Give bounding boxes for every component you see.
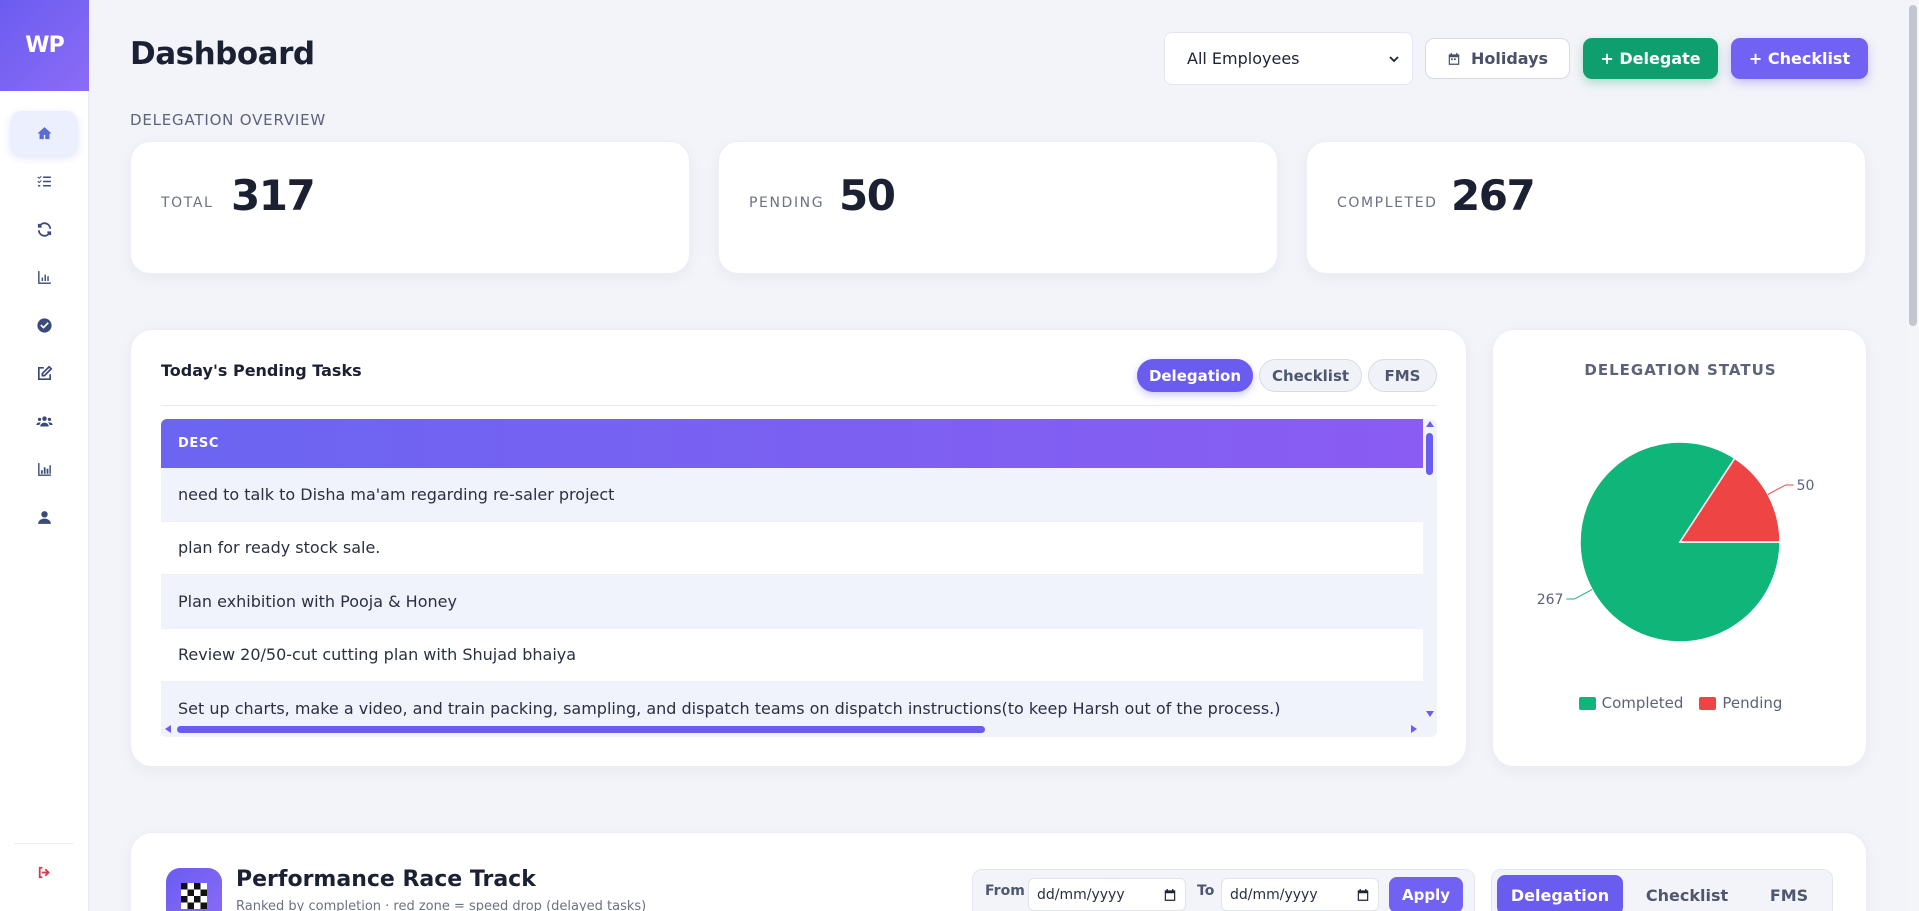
pie-data-label-completed-leader	[1566, 589, 1593, 600]
race-track-subtitle: Ranked by completion · red zone = speed …	[236, 899, 647, 911]
delegate-label: + Delegate	[1600, 49, 1701, 68]
list-check-icon	[36, 175, 51, 186]
apply-button[interactable]: Apply	[1389, 877, 1463, 911]
page-scroll-thumb[interactable]	[1909, 5, 1917, 326]
sidebar-item-tasks[interactable]	[10, 159, 78, 203]
race-tab-checklist[interactable]: Checklist	[1632, 875, 1742, 911]
race-track-panel: Performance Race Track Ranked by complet…	[130, 832, 1867, 911]
employee-select[interactable]: All Employees	[1164, 32, 1413, 85]
sidebar: WP	[0, 0, 89, 911]
check-circle-icon	[36, 317, 52, 333]
users-icon	[35, 415, 53, 426]
delegate-button[interactable]: + Delegate	[1583, 38, 1718, 79]
home-icon	[36, 126, 52, 139]
pending-tasks-panel: Today's Pending Tasks Delegation Checkli…	[130, 329, 1467, 767]
pie-data-label-pending: 50	[1797, 478, 1815, 494]
pending-tasks-title: Today's Pending Tasks	[161, 361, 362, 380]
to-date-placeholder: dd/mm/yyyy	[1230, 886, 1318, 903]
date-range-filter: From dd/mm/yyyy To dd/mm/yyyy Apply	[972, 869, 1475, 911]
stats-icon	[37, 462, 51, 476]
pending-tasks-table[interactable]: DESC need to talk to Disha ma'am regardi…	[161, 419, 1437, 737]
sidebar-nav	[0, 111, 89, 543]
tab-fms[interactable]: FMS	[1368, 359, 1437, 392]
sign-out-icon	[38, 866, 50, 878]
user-icon	[37, 510, 51, 524]
table-row[interactable]: Review 20/50-cut cutting plan with Shuja…	[161, 628, 1423, 682]
sidebar-divider	[14, 843, 74, 844]
legend-label-completed: Completed	[1601, 694, 1684, 712]
chart-legend: Completed Pending	[1493, 694, 1868, 712]
table-row[interactable]: plan for ready stock sale.	[161, 521, 1423, 575]
sidebar-item-reports[interactable]	[10, 255, 78, 299]
to-date-input[interactable]: dd/mm/yyyy	[1221, 878, 1379, 911]
scroll-thumb[interactable]	[177, 726, 985, 733]
scroll-left-arrow[interactable]	[165, 725, 171, 733]
stat-card-total: TOTAL 317	[130, 141, 690, 274]
calendar-icon	[1357, 888, 1369, 901]
chart-title: DELEGATION STATUS	[1584, 361, 1777, 379]
stat-card-completed: COMPLETED 267	[1306, 141, 1866, 274]
bar-chart-icon	[37, 270, 51, 284]
add-checklist-button[interactable]: + Checklist	[1731, 38, 1868, 79]
vertical-scrollbar[interactable]	[1423, 419, 1437, 721]
overview-label: DELEGATION OVERVIEW	[130, 111, 327, 129]
column-header-desc[interactable]: DESC	[161, 419, 1423, 468]
legend-item-pending[interactable]: Pending	[1699, 694, 1782, 712]
legend-item-completed[interactable]: Completed	[1578, 694, 1684, 712]
stat-value-pending: 50	[839, 171, 896, 220]
sidebar-item-edit[interactable]	[10, 351, 78, 395]
race-track-title: Performance Race Track	[236, 867, 536, 892]
tab-checklist[interactable]: Checklist	[1259, 359, 1362, 392]
calendar-icon	[1448, 52, 1460, 65]
stat-label-completed: COMPLETED	[1337, 195, 1438, 211]
sidebar-item-analytics[interactable]	[10, 447, 78, 491]
tab-delegation[interactable]: Delegation	[1137, 359, 1253, 392]
stat-value-total: 317	[231, 171, 316, 220]
page-scrollbar[interactable]	[1907, 0, 1919, 911]
divider	[161, 405, 1437, 406]
sidebar-item-team[interactable]	[10, 399, 78, 443]
from-label: From	[985, 883, 1025, 899]
scroll-right-arrow[interactable]	[1411, 725, 1417, 733]
legend-swatch-completed	[1578, 696, 1596, 710]
checklist-label: + Checklist	[1748, 49, 1851, 68]
stat-card-pending: PENDING 50	[718, 141, 1278, 274]
scroll-up-arrow[interactable]	[1426, 421, 1434, 427]
chevron-down-icon	[1389, 55, 1399, 62]
race-track-tabs: Delegation Checklist FMS	[1491, 869, 1833, 911]
legend-label-pending: Pending	[1722, 694, 1783, 712]
stat-label-total: TOTAL	[161, 195, 214, 211]
from-date-placeholder: dd/mm/yyyy	[1037, 886, 1125, 903]
to-label: To	[1197, 883, 1215, 899]
sidebar-item-approvals[interactable]	[10, 303, 78, 347]
stat-value-completed: 267	[1451, 171, 1536, 220]
race-tab-fms[interactable]: FMS	[1750, 875, 1828, 911]
stat-label-pending: PENDING	[749, 195, 825, 211]
scroll-thumb[interactable]	[1426, 433, 1433, 475]
from-date-input[interactable]: dd/mm/yyyy	[1028, 878, 1186, 911]
sidebar-item-recurring[interactable]	[10, 207, 78, 251]
holidays-label: Holidays	[1470, 49, 1549, 68]
scroll-down-arrow[interactable]	[1426, 711, 1434, 717]
pie-chart: 50 267	[1537, 441, 1815, 643]
calendar-icon	[1164, 888, 1176, 901]
delegation-status-panel: DELEGATION STATUS 50 267 Completed Pendin…	[1492, 329, 1867, 767]
refresh-icon	[37, 221, 51, 237]
horizontal-scrollbar[interactable]	[161, 721, 1437, 737]
holidays-button[interactable]: Holidays	[1425, 38, 1570, 79]
table-row[interactable]: Plan exhibition with Pooja & Honey	[161, 575, 1423, 629]
logout-button[interactable]	[10, 850, 78, 894]
sidebar-item-profile[interactable]	[10, 495, 78, 539]
race-tab-delegation[interactable]: Delegation	[1497, 875, 1623, 911]
table-row[interactable]: need to talk to Disha ma'am regarding re…	[161, 468, 1423, 522]
edit-icon	[37, 365, 52, 380]
employee-select-value: All Employees	[1187, 49, 1300, 68]
pie-data-label-pending-leader	[1767, 484, 1794, 495]
sidebar-item-home[interactable]	[10, 111, 78, 155]
app-logo[interactable]: WP	[0, 0, 89, 91]
legend-swatch-pending	[1699, 696, 1717, 710]
pie-data-label-completed: 267	[1537, 592, 1564, 608]
page-title: Dashboard	[130, 36, 315, 72]
checkered-flag-icon	[166, 868, 222, 911]
